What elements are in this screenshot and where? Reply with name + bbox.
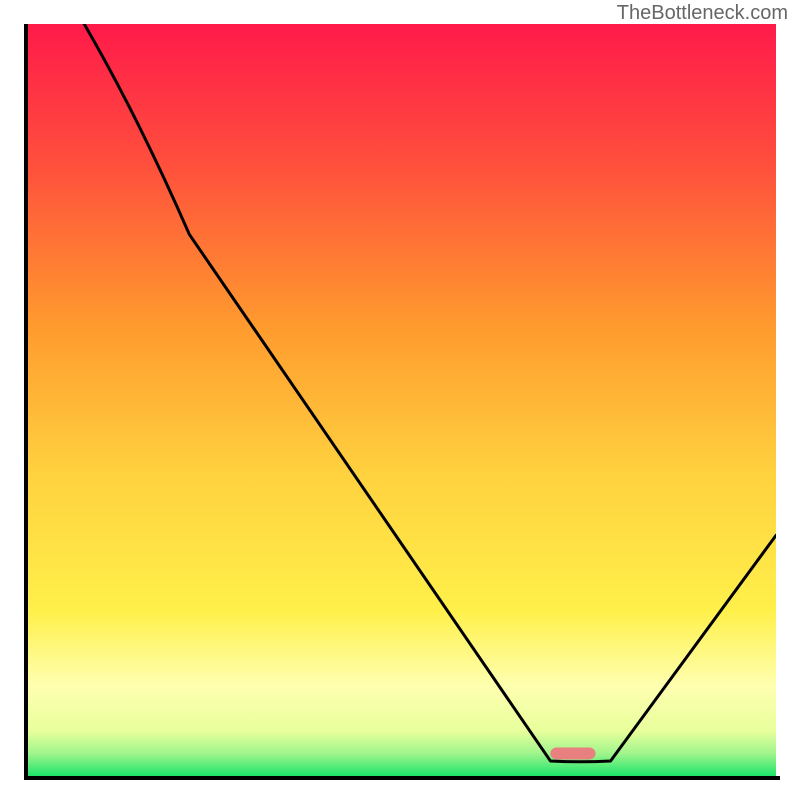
axes-frame xyxy=(24,24,780,780)
watermark-text: TheBottleneck.com xyxy=(617,2,788,25)
